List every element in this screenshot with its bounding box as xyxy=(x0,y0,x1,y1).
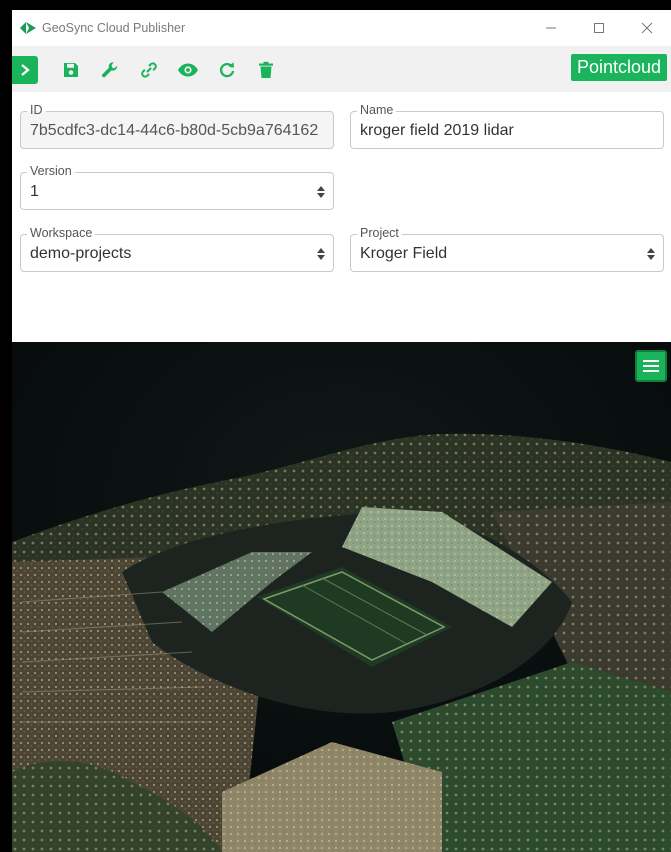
trash-icon xyxy=(259,61,273,78)
wrench-icon xyxy=(102,62,118,78)
version-select[interactable]: Version 1 xyxy=(20,164,334,210)
preview-button[interactable] xyxy=(177,59,199,81)
project-value: Kroger Field xyxy=(360,245,448,262)
maximize-button[interactable] xyxy=(585,16,613,40)
close-icon xyxy=(641,22,653,34)
eye-icon xyxy=(178,63,198,77)
app-logo-icon xyxy=(20,22,36,34)
title-bar: GeoSync Cloud Publisher xyxy=(12,10,671,46)
close-button[interactable] xyxy=(633,16,661,40)
select-arrows-icon xyxy=(317,248,325,260)
save-button[interactable] xyxy=(60,59,82,81)
settings-button[interactable] xyxy=(99,59,121,81)
id-field[interactable]: ID 7b5cdfc3-dc14-44c6-b80d-5cb9a764162 xyxy=(20,103,334,149)
app-window: GeoSync Cloud Publisher Pointcloud ID 7b… xyxy=(12,10,671,852)
toolbar: Pointcloud xyxy=(12,46,671,92)
version-label: Version xyxy=(27,164,75,179)
id-label: ID xyxy=(27,103,46,118)
viewer-menu-button[interactable] xyxy=(635,350,667,382)
link-button[interactable] xyxy=(138,59,160,81)
name-label: Name xyxy=(357,103,397,118)
refresh-button[interactable] xyxy=(216,59,238,81)
chevron-right-icon xyxy=(21,64,30,76)
link-icon xyxy=(141,62,157,78)
delete-button[interactable] xyxy=(255,59,277,81)
refresh-icon xyxy=(219,62,235,78)
maximize-icon xyxy=(594,23,604,33)
workspace-label: Workspace xyxy=(27,226,96,241)
pointcloud-render xyxy=(12,342,671,852)
name-field[interactable]: Name kroger field 2019 lidar xyxy=(350,103,664,149)
hamburger-menu-icon xyxy=(643,360,659,372)
pointcloud-viewer[interactable] xyxy=(12,342,671,852)
asset-type-badge: Pointcloud xyxy=(570,54,667,81)
project-label: Project xyxy=(357,226,402,241)
sidebar-toggle-button[interactable] xyxy=(12,56,38,84)
version-value: 1 xyxy=(30,183,39,200)
select-arrows-icon xyxy=(647,248,655,260)
minimize-button[interactable] xyxy=(537,16,565,40)
workspace-select[interactable]: Workspace demo-projects xyxy=(20,226,334,272)
id-value: 7b5cdfc3-dc14-44c6-b80d-5cb9a764162 xyxy=(30,122,319,139)
save-icon xyxy=(64,63,78,77)
window-title: GeoSync Cloud Publisher xyxy=(42,21,186,35)
project-select[interactable]: Project Kroger Field xyxy=(350,226,664,272)
workspace-value: demo-projects xyxy=(30,245,132,262)
minimize-icon xyxy=(546,27,556,29)
name-value: kroger field 2019 lidar xyxy=(360,122,514,139)
select-arrows-icon xyxy=(317,186,325,198)
